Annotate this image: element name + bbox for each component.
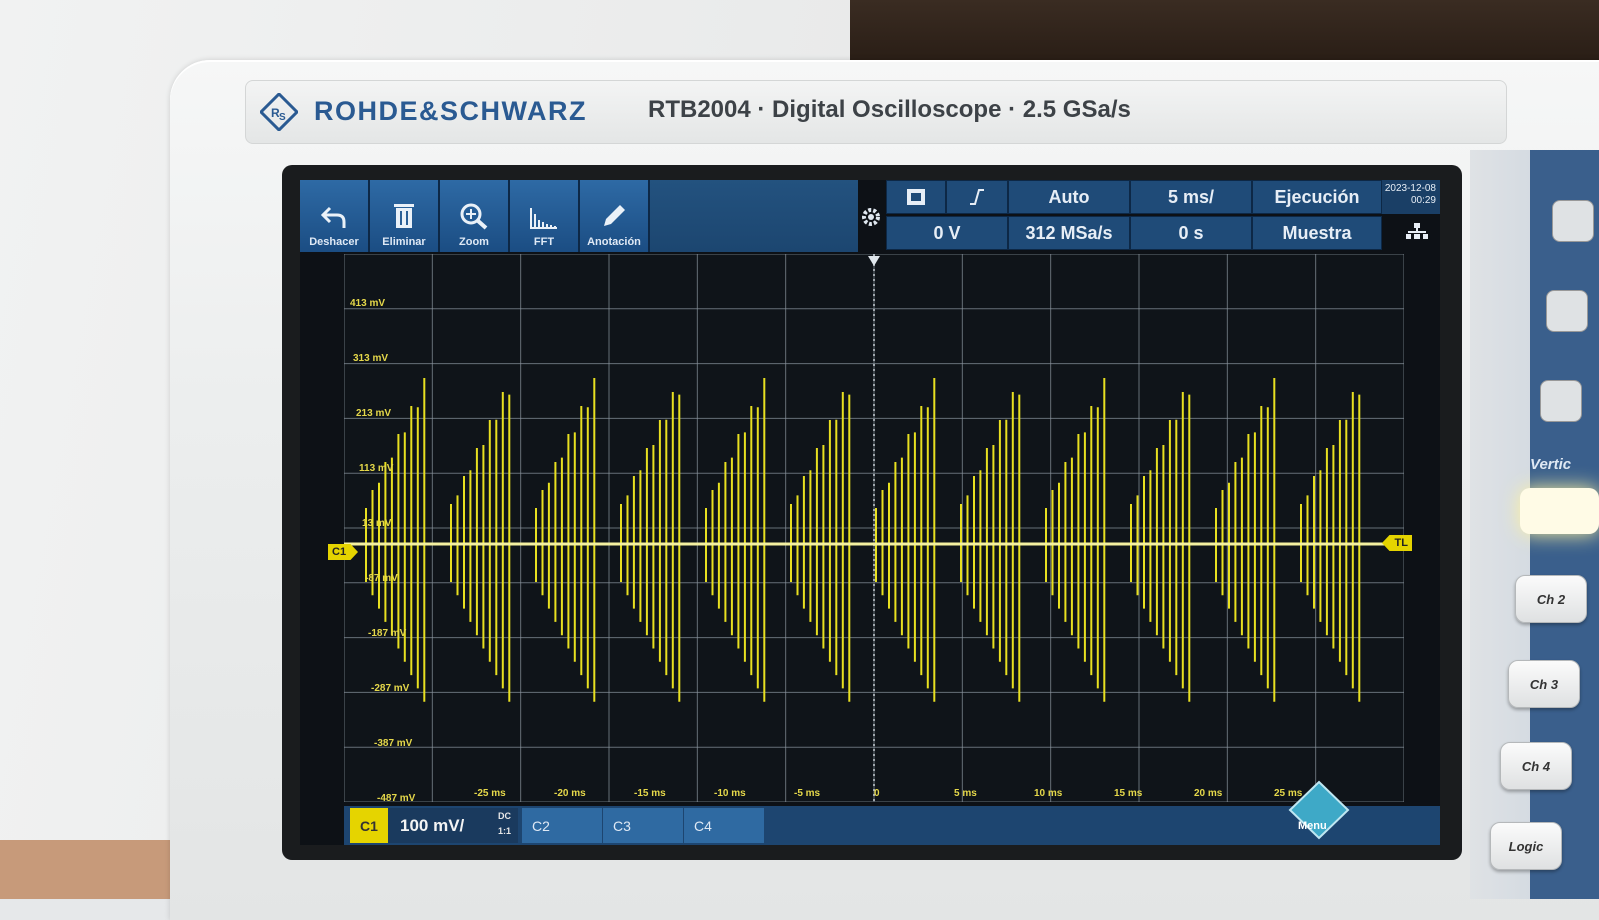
probe-text: 1:1 — [498, 826, 512, 836]
model-line: RTB2004 · Digital Oscilloscope · 2.5 GSa… — [648, 96, 1131, 123]
trigger-position-marker — [868, 256, 880, 266]
network-icon — [1406, 223, 1428, 239]
y-axis-label: 113 mV — [359, 463, 394, 474]
zoom-icon — [460, 203, 488, 230]
y-axis-label: 13 mV — [362, 518, 392, 529]
annotation-button[interactable]: Anotación — [580, 180, 650, 252]
rs-logo-icon: R S — [260, 93, 298, 131]
y-axis-label: -87 mV — [365, 573, 398, 584]
undo-button[interactable]: Deshacer — [300, 180, 370, 252]
y-axis-label: -387 mV — [374, 738, 413, 749]
side-button-lower[interactable] — [1540, 380, 1582, 422]
menu-label: Menu — [1298, 820, 1327, 832]
channel-bar: C1 100 mV/ DC 1:1 C2 C3 C4 — [344, 806, 1440, 845]
run-state[interactable]: Ejecución — [1252, 180, 1382, 214]
undo-icon — [320, 206, 346, 228]
pencil-icon — [604, 205, 625, 226]
undo-label: Deshacer — [309, 236, 359, 248]
wooden-shelf — [850, 0, 1599, 60]
time-offset[interactable]: 0 s — [1130, 216, 1252, 250]
toolbar-spacer — [650, 180, 858, 252]
fft-label: FFT — [533, 236, 555, 248]
logic-key[interactable]: Logic — [1490, 822, 1562, 870]
status-panel: Auto 5 ms/ Ejecución 0 V 312 MSa/s 0 s M… — [886, 180, 1440, 252]
ch4-tab[interactable]: C4 — [684, 808, 764, 843]
ch1-tag[interactable]: C1 — [350, 808, 388, 843]
ch2-key[interactable]: Ch 2 — [1515, 575, 1587, 623]
annotation-label: Anotación — [587, 236, 641, 248]
y-axis-label: -187 mV — [368, 628, 407, 639]
y-axis-label: 413 mV — [350, 298, 386, 309]
x-axis-label: 0 — [874, 788, 880, 799]
waveform-plot[interactable]: 413 mV 313 mV 213 mV 113 mV 13 mV -87 mV -187 … — [344, 254, 1404, 804]
ch3-key[interactable]: Ch 3 — [1508, 660, 1580, 708]
rising-edge-icon — [970, 189, 984, 205]
ch1-coupling: DC 1:1 — [498, 809, 511, 839]
delete-button[interactable]: Eliminar — [370, 180, 440, 252]
ch4-key[interactable]: Ch 4 — [1500, 742, 1572, 790]
x-axis-label: 20 ms — [1194, 788, 1223, 799]
screen: Deshacer Eliminar Zoom FFT Anotación Aut… — [300, 180, 1440, 845]
svg-text:S: S — [279, 112, 286, 123]
side-button-top[interactable] — [1552, 200, 1594, 242]
acquisition-mode[interactable]: Muestra — [1252, 216, 1382, 250]
trigger-mode[interactable]: Auto — [1008, 180, 1130, 214]
ch1-key-lit[interactable] — [1520, 488, 1599, 534]
waveform-trace — [365, 378, 1361, 702]
y-axis-label: -487 mV — [377, 793, 416, 804]
acquire-indicator[interactable] — [886, 180, 946, 214]
waveform-svg — [344, 254, 1404, 802]
coupling-text: DC — [498, 811, 512, 821]
x-axis-label: -5 ms — [794, 788, 821, 799]
side-button-middle[interactable] — [1546, 290, 1588, 332]
ch2-tab[interactable]: C2 — [522, 808, 602, 843]
x-axis-label: -15 ms — [634, 788, 666, 799]
y-axis-label: 213 mV — [356, 408, 392, 419]
time-text: 00:29 — [1410, 195, 1436, 206]
timebase[interactable]: 5 ms/ — [1130, 180, 1252, 214]
sample-rate: 312 MSa/s — [1008, 216, 1130, 250]
trash-icon — [394, 204, 414, 228]
zoom-label: Zoom — [459, 236, 489, 248]
x-axis-label: 15 ms — [1114, 788, 1143, 799]
x-axis-label: -20 ms — [554, 788, 586, 799]
acquire-icon — [907, 189, 925, 205]
x-axis-label: -10 ms — [714, 788, 746, 799]
zoom-button[interactable]: Zoom — [440, 180, 510, 252]
ch3-tab[interactable]: C3 — [603, 808, 683, 843]
x-axis-label: -25 ms — [474, 788, 506, 799]
delete-label: Eliminar — [382, 236, 426, 248]
x-axis-label: 10 ms — [1034, 788, 1063, 799]
trigger-slope[interactable] — [946, 180, 1008, 214]
vertical-section-label: Vertic — [1530, 456, 1572, 473]
x-axis-label: 5 ms — [954, 788, 977, 799]
fft-button[interactable]: FFT — [510, 180, 580, 252]
toolbar: Deshacer Eliminar Zoom FFT Anotación — [300, 180, 650, 252]
y-axis-label: -287 mV — [371, 683, 410, 694]
brand-name: ROHDE&SCHWARZ — [314, 96, 587, 126]
date-text: 2023-12-08 — [1384, 183, 1436, 194]
gear-icon[interactable] — [860, 206, 882, 228]
y-axis-label: 313 mV — [353, 353, 389, 364]
trigger-level[interactable]: 0 V — [886, 216, 1008, 250]
date-time: 2023-12-08 00:29 — [1382, 180, 1440, 214]
fft-icon — [530, 208, 557, 229]
